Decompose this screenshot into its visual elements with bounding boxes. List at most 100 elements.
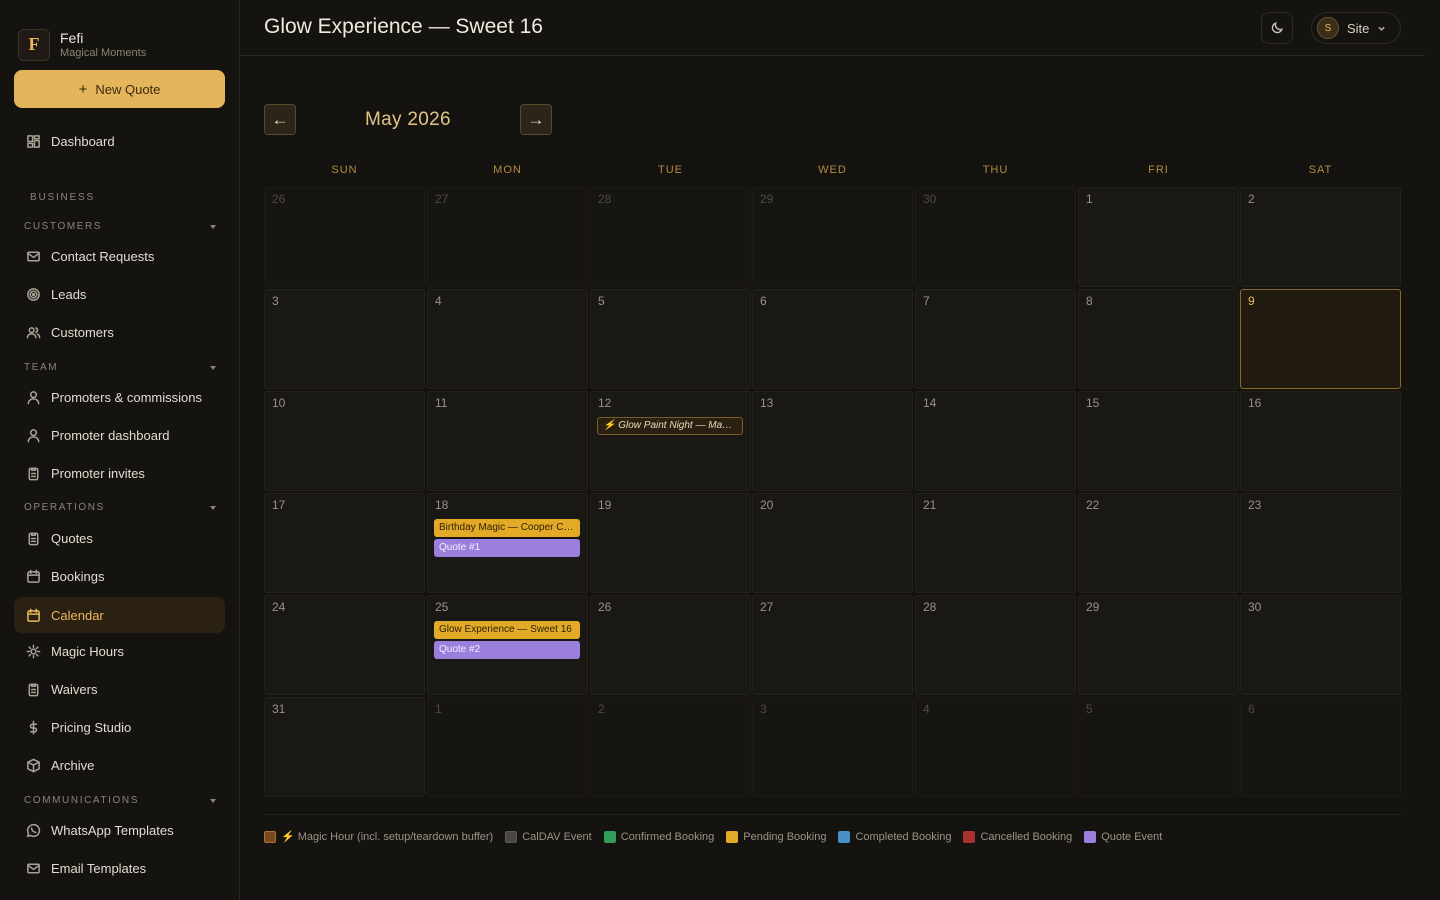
next-month-button[interactable]: →	[520, 104, 552, 135]
sidebar-item-label: Promoters & commissions	[51, 389, 202, 405]
day-number: 4	[435, 294, 442, 308]
calendar-day[interactable]: 22	[1078, 493, 1239, 593]
calendar-day[interactable]: 2	[590, 697, 751, 797]
calendar-day[interactable]: 27	[752, 595, 913, 695]
calendar-day[interactable]: 2	[1240, 187, 1401, 287]
legend-label: CalDAV Event	[522, 830, 592, 843]
sidebar-item-email-templates[interactable]: Email Templates	[14, 850, 225, 886]
calendar-day[interactable]: 28	[590, 187, 751, 287]
calendar-day[interactable]: 8	[1078, 289, 1239, 389]
month-label: May 2026	[365, 109, 451, 130]
weekday-header: WED	[818, 164, 847, 176]
calendar-day[interactable]: 10	[264, 391, 425, 491]
calendar-day[interactable]: 27	[427, 187, 588, 287]
calendar-day[interactable]: 6	[752, 289, 913, 389]
calendar-day[interactable]: 1	[1078, 187, 1239, 287]
new-quote-button[interactable]: + New Quote	[14, 70, 225, 108]
weekday-header: SAT	[1308, 164, 1333, 176]
calendar-day[interactable]: 28	[915, 595, 1076, 695]
sidebar-item-label: Dashboard	[51, 133, 115, 149]
arrow-left-icon: ←	[271, 109, 289, 129]
calendar-day[interactable]: 13	[752, 391, 913, 491]
quote-event[interactable]: Quote #2	[434, 641, 580, 659]
day-number: 20	[760, 498, 774, 512]
calendar-day[interactable]: 5	[1078, 697, 1239, 797]
calendar-day[interactable]: 30	[1240, 595, 1401, 695]
prev-month-button[interactable]: ←	[264, 104, 296, 135]
booking-event[interactable]: Birthday Magic — Cooper C…	[434, 519, 580, 537]
calendar-day[interactable]: 23	[1240, 493, 1401, 593]
day-number: 22	[1086, 498, 1100, 512]
calendar-day[interactable]: 16	[1240, 391, 1401, 491]
sidebar-item-label: Archive	[51, 757, 95, 773]
sidebar-item-bookings[interactable]: Bookings	[14, 558, 225, 594]
legend-item: Pending Booking	[726, 830, 826, 843]
sidebar-item-leads[interactable]: Leads	[14, 276, 225, 312]
sidebar-item-promoters-commissions[interactable]: Promoters & commissions	[14, 379, 225, 415]
calendar-day[interactable]: 19	[590, 493, 751, 593]
calendar-day[interactable]: 29	[752, 187, 913, 287]
calendar-day[interactable]: 5	[590, 289, 751, 389]
group-operations[interactable]: OPERATIONS	[24, 502, 216, 513]
quote-event[interactable]: Quote #1	[434, 539, 580, 557]
sidebar-item-quotes[interactable]: Quotes	[14, 520, 225, 556]
day-number: 2	[598, 702, 605, 716]
sidebar-item-customers[interactable]: Customers	[14, 314, 225, 350]
sidebar-item-pricing-studio[interactable]: Pricing Studio	[14, 709, 225, 745]
calendar-day[interactable]: 4	[427, 289, 588, 389]
calendar-day[interactable]: 11	[427, 391, 588, 491]
day-number: 25	[435, 600, 449, 614]
calendar-day[interactable]: 15	[1078, 391, 1239, 491]
calendar-day[interactable]: 26	[264, 187, 425, 287]
sidebar-item-label: Contact Requests	[51, 248, 155, 264]
sidebar-item-magic-hours[interactable]: Magic Hours	[14, 633, 225, 669]
sidebar-item-waivers[interactable]: Waivers	[14, 671, 225, 707]
calendar-day[interactable]: 12 ⚡ Glow Paint Night — Ma…	[590, 391, 751, 491]
sidebar-item-whatsapp-templates[interactable]: WhatsApp Templates	[14, 812, 225, 848]
calendar-day-today[interactable]: 9	[1240, 289, 1401, 389]
calendar-day[interactable]: 1	[427, 697, 588, 797]
calendar-day[interactable]: 20	[752, 493, 913, 593]
sidebar-item-contact-requests[interactable]: Contact Requests	[14, 238, 225, 274]
sidebar-item-dashboard[interactable]: Dashboard	[14, 123, 225, 159]
calendar-day[interactable]: 4	[915, 697, 1076, 797]
arrow-right-icon: →	[527, 109, 545, 129]
sidebar-item-calendar[interactable]: Calendar	[14, 597, 225, 633]
site-menu-button[interactable]: S Site	[1311, 12, 1401, 44]
month-navigation: ← May 2026 →	[264, 104, 552, 136]
calendar-day[interactable]: 3	[264, 289, 425, 389]
calendar-day[interactable]: 30	[915, 187, 1076, 287]
brand[interactable]: F Fefi Magical Moments	[0, 0, 239, 70]
magic-hour-event[interactable]: ⚡ Glow Paint Night — Ma…	[597, 417, 743, 435]
group-team[interactable]: TEAM	[24, 362, 216, 373]
day-number: 29	[1086, 600, 1100, 614]
sidebar-item-promoter-invites[interactable]: Promoter invites	[14, 455, 225, 491]
group-customers[interactable]: CUSTOMERS	[24, 221, 216, 232]
calendar-day[interactable]: 3	[752, 697, 913, 797]
calendar-day[interactable]: 26	[590, 595, 751, 695]
calendar-day[interactable]: 21	[915, 493, 1076, 593]
sidebar-item-archive[interactable]: Archive	[14, 747, 225, 783]
sidebar-item-promoter-dashboard[interactable]: Promoter dashboard	[14, 417, 225, 453]
avatar: S	[1317, 17, 1339, 39]
calendar-day[interactable]: 24	[264, 595, 425, 695]
calendar-day[interactable]: 25 Glow Experience — Sweet 16 Quote #2	[427, 595, 588, 695]
group-communications[interactable]: COMMUNICATIONS	[24, 795, 216, 806]
theme-toggle-button[interactable]	[1261, 12, 1293, 44]
calendar-day[interactable]: 31	[264, 697, 425, 797]
legend-item: Confirmed Booking	[603, 830, 714, 843]
day-number: 1	[435, 702, 442, 716]
calendar-day[interactable]: 17	[264, 493, 425, 593]
calendar-day[interactable]: 6	[1240, 697, 1401, 797]
calendar-day[interactable]: 7	[915, 289, 1076, 389]
calendar-day[interactable]: 29	[1078, 595, 1239, 695]
calendar-day[interactable]: 14	[915, 391, 1076, 491]
day-number: 3	[272, 294, 279, 308]
day-number: 21	[923, 498, 937, 512]
user-icon	[25, 427, 41, 443]
day-number: 9	[1248, 294, 1255, 308]
booking-event[interactable]: Glow Experience — Sweet 16	[434, 621, 580, 639]
sidebar-item-label: WhatsApp Templates	[51, 822, 174, 838]
calendar-day[interactable]: 18 Birthday Magic — Cooper C… Quote #1	[427, 493, 588, 593]
day-number: 1	[1086, 192, 1093, 206]
